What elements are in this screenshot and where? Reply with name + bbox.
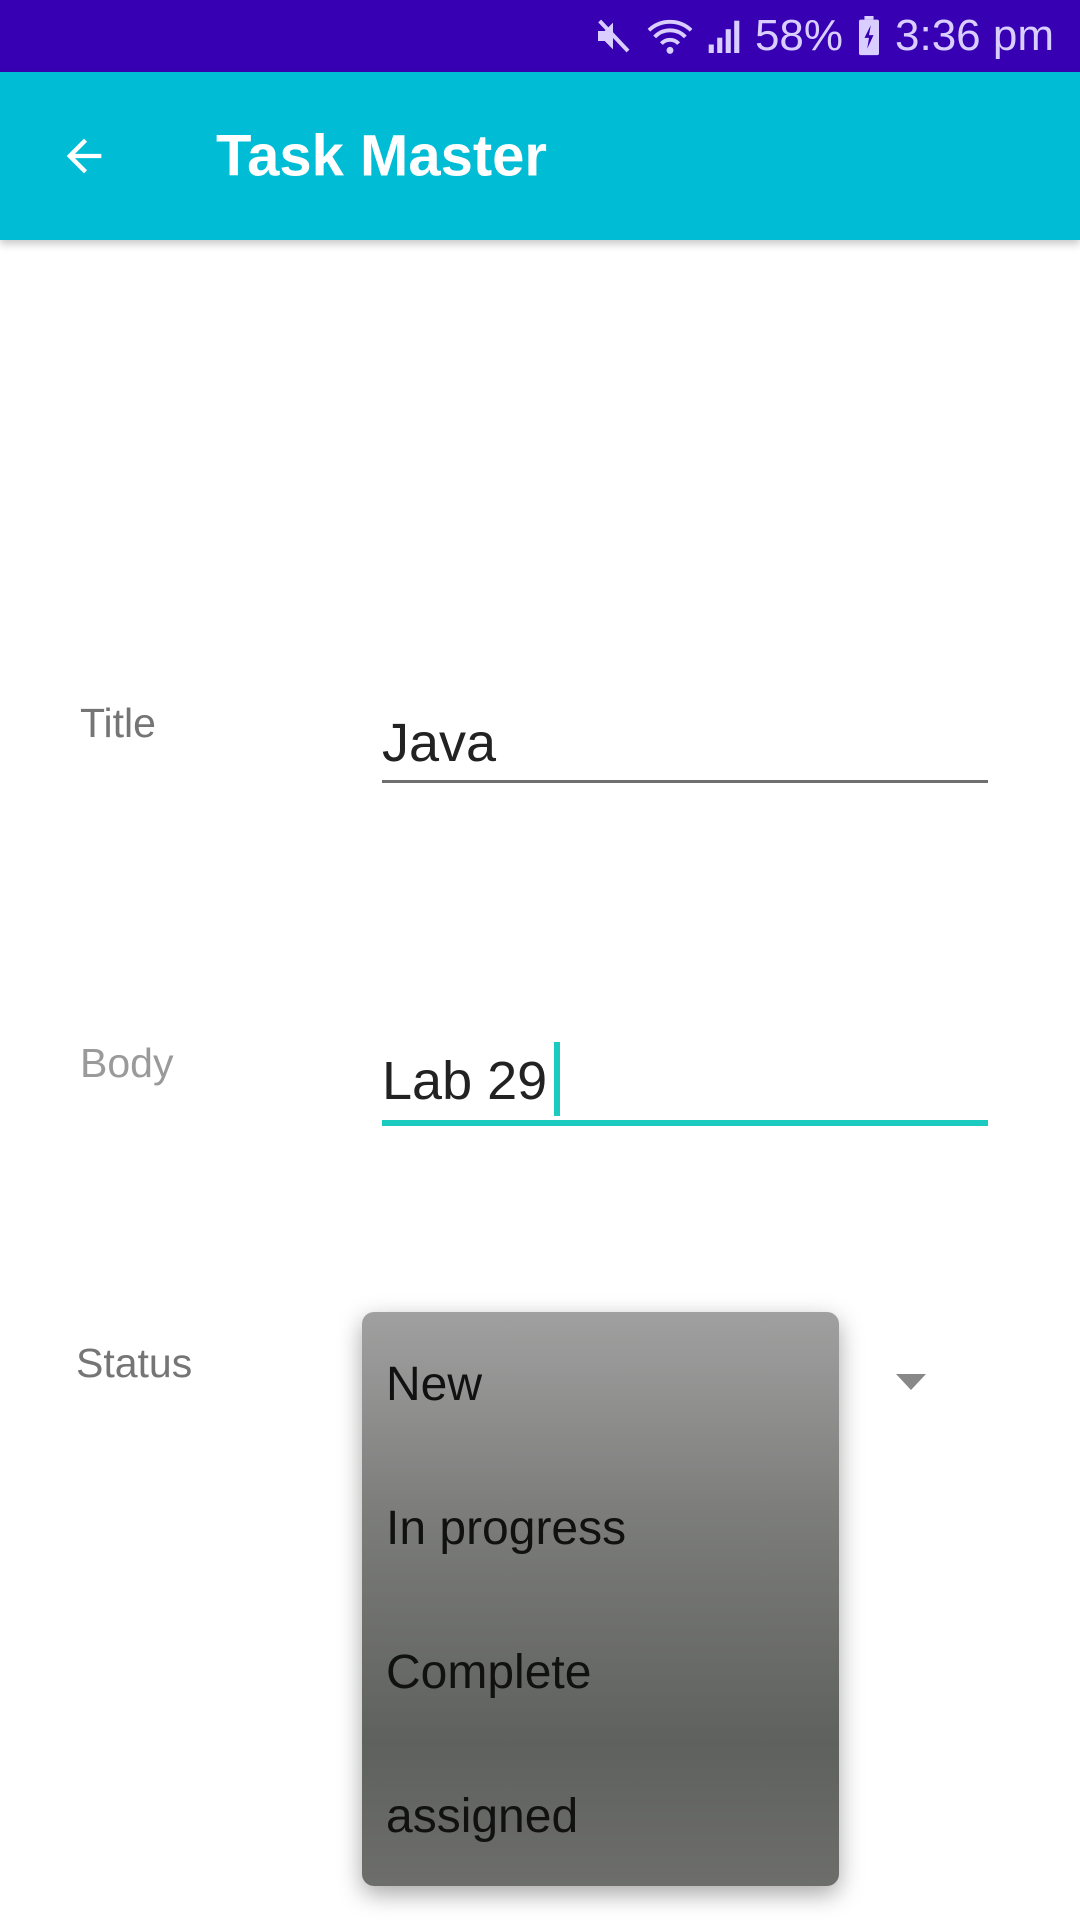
dropdown-option-complete[interactable]: Complete xyxy=(386,1600,816,1744)
dropdown-option-assigned[interactable]: assigned xyxy=(386,1744,816,1888)
back-button[interactable] xyxy=(52,124,116,188)
dropdown-option-new[interactable]: New xyxy=(386,1312,816,1456)
app-title: Task Master xyxy=(216,123,547,189)
battery-icon xyxy=(857,16,881,56)
body-underline xyxy=(382,1120,988,1126)
clock: 3:36 pm xyxy=(895,11,1054,60)
arrow-back-icon xyxy=(66,138,102,174)
status-label: Status xyxy=(76,1340,193,1386)
app-bar: Task Master xyxy=(0,72,1080,240)
title-underline xyxy=(382,780,988,783)
title-label: Title xyxy=(80,700,156,746)
text-cursor xyxy=(554,1042,560,1116)
body-label: Body xyxy=(80,1040,174,1086)
wifi-icon xyxy=(647,16,693,56)
battery-percent: 58% xyxy=(754,11,844,60)
dropdown-option-in-progress[interactable]: In progress xyxy=(386,1456,816,1600)
body-input-value: Lab 29 xyxy=(382,1051,548,1111)
mute-icon xyxy=(593,16,633,56)
chevron-down-icon[interactable] xyxy=(896,1374,926,1390)
signal-icon xyxy=(707,16,741,56)
status-dropdown: New In progress Complete assigned xyxy=(362,1312,839,1886)
title-input[interactable] xyxy=(382,708,988,778)
body-input[interactable]: Lab 29 xyxy=(382,1046,547,1116)
status-bar: 58% 3:36 pm xyxy=(0,0,1080,72)
